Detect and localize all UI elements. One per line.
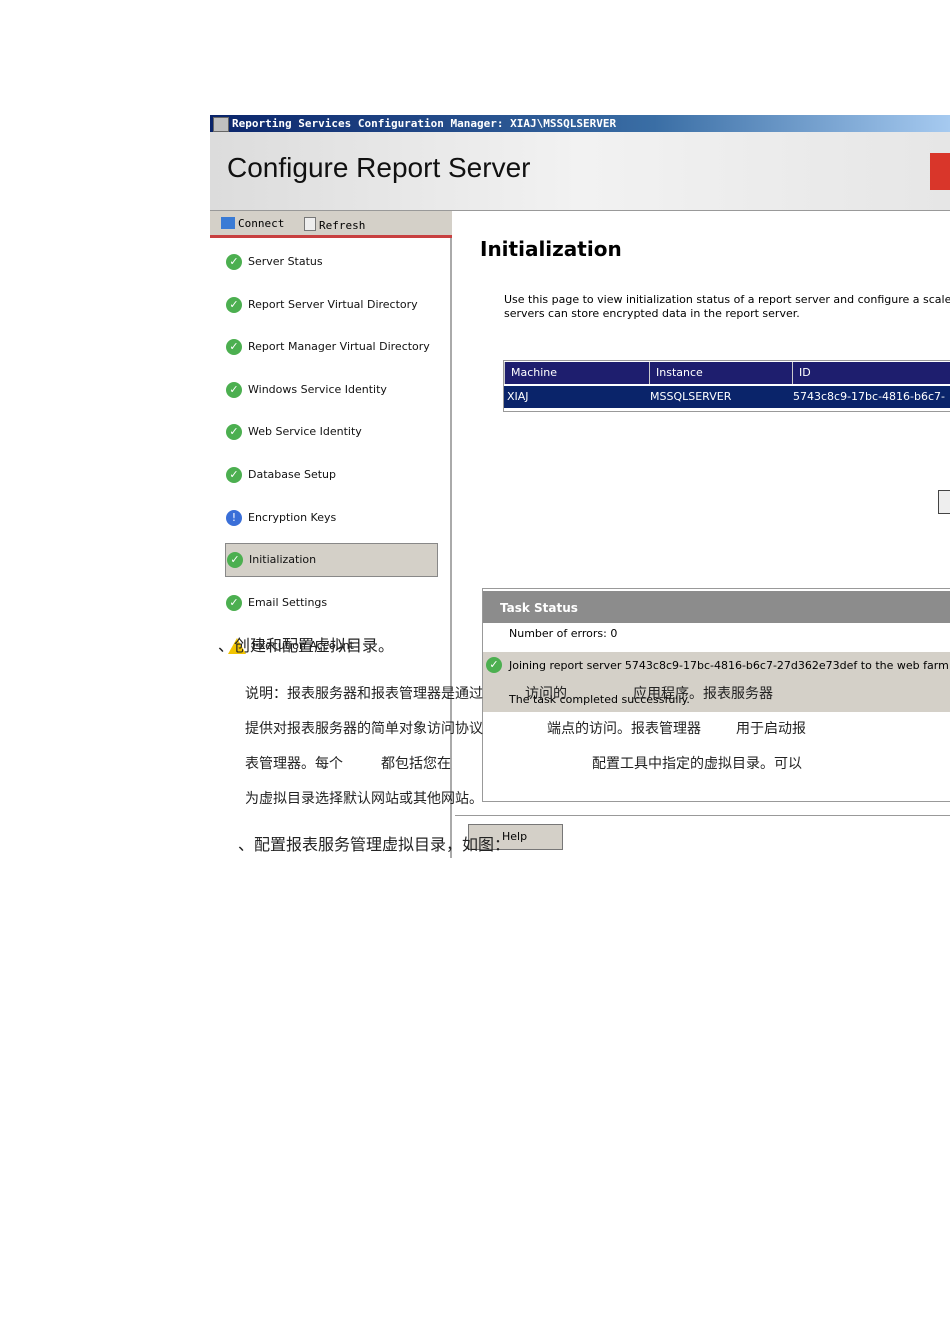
sidebar-item-windows-service-identity[interactable]: ✓ Windows Service Identity: [226, 380, 387, 400]
initialize-button[interactable]: [938, 490, 950, 514]
doc-text: 配置工具中指定的虚拟目录。可以: [592, 756, 802, 772]
check-icon: ✓: [226, 254, 242, 270]
check-icon: ✓: [226, 339, 242, 355]
check-icon: ✓: [226, 382, 242, 398]
cell-id: 5743c8c9-17bc-4816-b6c7-27d: [793, 390, 946, 403]
window-title: Reporting Services Configuration Manager…: [232, 117, 617, 130]
sidebar-item-web-service-identity[interactable]: ✓ Web Service Identity: [226, 422, 362, 442]
page-title: Configure Report Server: [227, 152, 531, 183]
sidebar-item-report-server-virtual-directory[interactable]: ✓ Report Server Virtual Directory: [226, 295, 418, 315]
doc-text: 说明：报表服务器和报表管理器是通过: [245, 686, 483, 702]
refresh-button[interactable]: Refresh: [304, 217, 365, 232]
check-icon: ✓: [226, 424, 242, 440]
column-header-machine[interactable]: Machine: [504, 362, 649, 384]
doc-heading-1: 、创建和配置虚拟目录。: [218, 636, 395, 655]
sidebar-item-report-manager-virtual-directory[interactable]: ✓ Report Manager Virtual Directory: [226, 337, 430, 357]
connect-button[interactable]: Connect: [221, 217, 284, 230]
task-status-header: Task Status: [483, 591, 950, 623]
info-icon: !: [226, 510, 242, 526]
check-icon: ✓: [227, 552, 243, 568]
sidebar-item-database-setup[interactable]: ✓ Database Setup: [226, 465, 336, 485]
header-banner: Configure Report Server: [210, 132, 950, 211]
window-title-bar: Reporting Services Configuration Manager…: [210, 115, 950, 132]
sidebar-item-server-status[interactable]: ✓ Server Status: [226, 252, 323, 272]
check-icon: ✓: [486, 657, 502, 673]
task-row: ✓ Joining report server 5743c8c9-17bc-48…: [483, 652, 950, 712]
connect-icon: [221, 217, 235, 229]
refresh-icon: [304, 217, 316, 231]
sidebar-item-encryption-keys[interactable]: ! Encryption Keys: [226, 508, 336, 528]
toolbar: Connect Refresh: [210, 211, 452, 238]
check-icon: ✓: [226, 467, 242, 483]
column-header-instance[interactable]: Instance: [649, 362, 792, 384]
check-icon: ✓: [226, 595, 242, 611]
doc-text: 访问的: [525, 686, 567, 702]
error-count: Number of errors: 0: [509, 627, 618, 640]
doc-text: 都包括您在: [381, 756, 451, 772]
doc-text: 提供对报表服务器的简单对象访问协议: [245, 721, 483, 737]
cell-instance: MSSQLSERVER: [650, 390, 732, 403]
server-table: Machine Instance ID XIAJ MSSQLSERVER 574…: [503, 360, 950, 412]
sidebar-item-email-settings[interactable]: ✓ Email Settings: [226, 593, 327, 613]
logo-block: [930, 153, 950, 190]
column-header-id[interactable]: ID: [792, 362, 950, 384]
doc-text: 用于启动报: [736, 721, 806, 737]
task-message: Joining report server 5743c8c9-17bc-4816…: [509, 659, 950, 672]
section-title: Initialization: [480, 237, 622, 261]
sidebar-item-initialization[interactable]: ✓ Initialization: [225, 543, 438, 577]
doc-text: 应用程序。报表服务器: [633, 686, 773, 702]
check-icon: ✓: [226, 297, 242, 313]
cell-machine: XIAJ: [507, 390, 529, 403]
description: Use this page to view initialization sta…: [504, 293, 950, 320]
doc-text: 端点的访问。报表管理器: [547, 721, 701, 737]
divider: [455, 815, 950, 816]
doc-text: 表管理器。每个: [245, 756, 343, 772]
doc-heading-2: 、配置报表服务管理虚拟目录，如图：: [238, 835, 511, 854]
doc-text: 为虚拟目录选择默认网站或其他网站。: [245, 791, 483, 807]
app-icon: [213, 117, 229, 132]
